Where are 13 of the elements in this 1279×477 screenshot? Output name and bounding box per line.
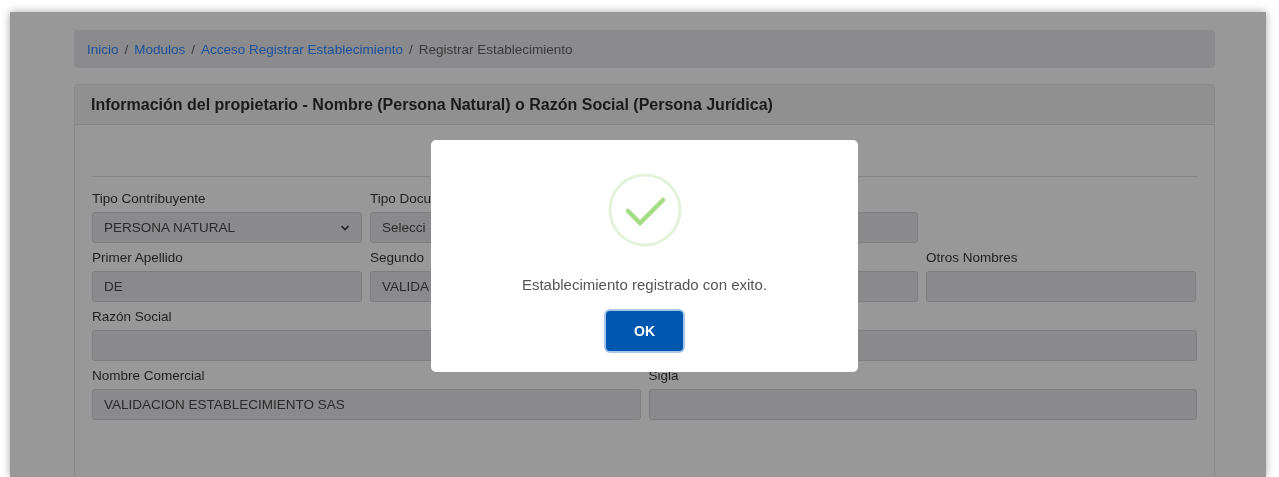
- card-title: Información del propietario - Nombre (Persona Natural) o Razón Social (Persona Jurídica): [91, 95, 773, 114]
- field-label: Nombre Comercial: [92, 368, 205, 383]
- field-label: Primer Apellido: [92, 250, 183, 265]
- breadcrumb-separator: /: [408, 41, 413, 57]
- field-label: Tipo Docu: [370, 191, 432, 206]
- breadcrumb-current: Registrar Establecimiento: [418, 41, 573, 57]
- field-label: Tipo Contribuyente: [92, 191, 206, 206]
- field-label: Otros Nombres: [926, 250, 1018, 265]
- breadcrumb-separator: /: [191, 41, 196, 57]
- dialog-message: Establecimiento registrado con exito.: [521, 276, 768, 293]
- breadcrumb-separator: /: [124, 41, 129, 57]
- field-label: Razón Social: [92, 309, 172, 324]
- field-label: Segundo: [370, 250, 425, 265]
